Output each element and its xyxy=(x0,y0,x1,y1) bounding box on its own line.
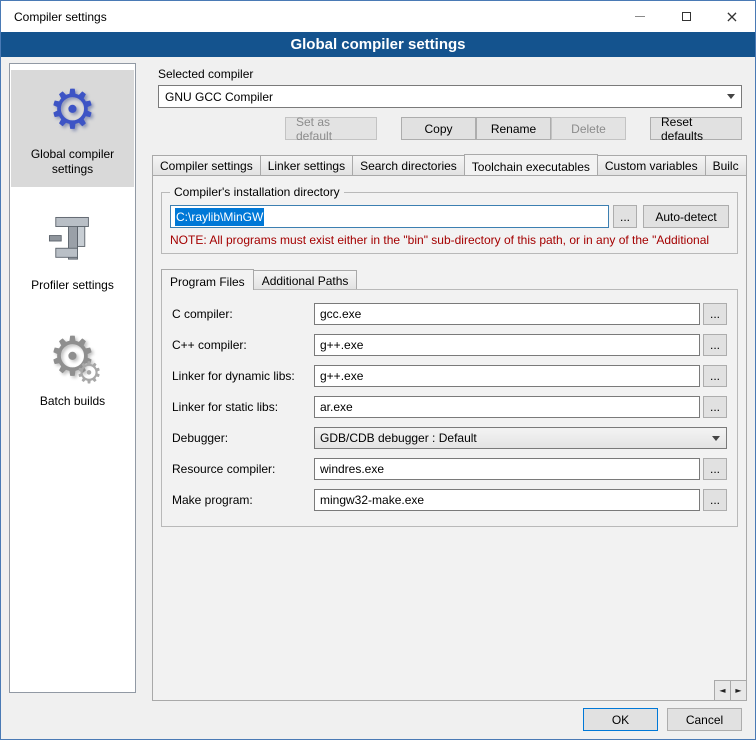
c-compiler-browse-button[interactable]: ... xyxy=(703,303,727,325)
subtab-strip: Program Files Additional Paths xyxy=(161,268,738,289)
static-linker-browse-button[interactable]: ... xyxy=(703,396,727,418)
program-files-tabs: Program Files Additional Paths C compile… xyxy=(161,268,738,527)
rename-button[interactable]: Rename xyxy=(476,117,551,140)
set-as-default-button[interactable]: Set as default xyxy=(285,117,377,140)
dialog-header: Global compiler settings xyxy=(1,32,755,57)
tab-scroll-right-button[interactable]: ► xyxy=(730,680,747,701)
c-compiler-label: C compiler: xyxy=(172,307,314,321)
tab-custom-variables[interactable]: Custom variables xyxy=(597,155,706,175)
main-panel: Selected compiler GNU GCC Compiler Set a… xyxy=(152,67,747,701)
debugger-value: GDB/CDB debugger : Default xyxy=(320,431,477,445)
cancel-button[interactable]: Cancel xyxy=(667,708,742,731)
debugger-row: Debugger: GDB/CDB debugger : Default xyxy=(172,427,727,449)
maximize-icon xyxy=(682,12,691,21)
sidebar-item-label: Profiler settings xyxy=(31,278,114,293)
maximize-button[interactable] xyxy=(663,1,709,32)
close-button[interactable]: × xyxy=(709,1,755,32)
minimize-button[interactable] xyxy=(617,1,663,32)
resource-compiler-input[interactable]: windres.exe xyxy=(314,458,700,480)
tab-scroll-left-button[interactable]: ◄ xyxy=(714,680,731,701)
ok-button[interactable]: OK xyxy=(583,708,658,731)
bin-subdirectory-note: NOTE: All programs must exist either in … xyxy=(170,233,729,247)
cpp-compiler-input[interactable]: g++.exe xyxy=(314,334,700,356)
dynamic-linker-input[interactable]: g++.exe xyxy=(314,365,700,387)
arrow-left-icon: ◄ xyxy=(719,686,725,695)
chevron-down-icon xyxy=(707,429,725,447)
static-linker-value: ar.exe xyxy=(320,400,353,414)
static-linker-row: Linker for static libs: ar.exe ... xyxy=(172,396,727,418)
make-program-input[interactable]: mingw32-make.exe xyxy=(314,489,700,511)
installation-directory-value: C:\raylib\MinGW xyxy=(175,208,264,226)
dynamic-linker-value: g++.exe xyxy=(320,369,363,383)
make-program-label: Make program: xyxy=(172,493,314,507)
dynamic-linker-label: Linker for dynamic libs: xyxy=(172,369,314,383)
compiler-settings-dialog: Compiler settings × Global compiler sett… xyxy=(0,0,756,740)
tab-linker-settings[interactable]: Linker settings xyxy=(260,155,353,175)
tab-toolchain-executables[interactable]: Toolchain executables xyxy=(464,154,598,175)
make-program-row: Make program: mingw32-make.exe ... xyxy=(172,489,727,511)
sidebar-item-label: Global compiler settings xyxy=(13,147,132,177)
dialog-footer: OK Cancel xyxy=(583,708,742,731)
installation-directory-browse-button[interactable]: ... xyxy=(613,205,637,228)
make-program-value: mingw32-make.exe xyxy=(320,493,424,507)
program-files-panel: C compiler: gcc.exe ... C++ compiler: g+… xyxy=(161,289,738,527)
auto-detect-button[interactable]: Auto-detect xyxy=(643,205,729,228)
caption-buttons: × xyxy=(617,1,755,32)
sidebar-item-batch-builds[interactable]: ⚙ ⚙ Batch builds xyxy=(11,317,134,419)
c-compiler-value: gcc.exe xyxy=(320,307,361,321)
delete-button[interactable]: Delete xyxy=(551,117,626,140)
sidebar-item-profiler-settings[interactable]: Profiler settings xyxy=(11,201,134,303)
gear-blue-icon: ⚙ xyxy=(41,78,105,142)
window-title: Compiler settings xyxy=(1,10,107,24)
tab-search-directories[interactable]: Search directories xyxy=(352,155,465,175)
settings-category-list: ⚙ Global compiler settings Profiler sett… xyxy=(9,63,136,693)
settings-tabs: Compiler settings Linker settings Search… xyxy=(152,153,747,701)
debugger-dropdown[interactable]: GDB/CDB debugger : Default xyxy=(314,427,727,449)
resource-compiler-row: Resource compiler: windres.exe ... xyxy=(172,458,727,480)
gear-gray-icon: ⚙ ⚙ xyxy=(41,325,105,389)
cpp-compiler-label: C++ compiler: xyxy=(172,338,314,352)
compiler-actions-row: Set as default Copy Rename Delete Reset … xyxy=(158,117,742,140)
title-bar: Compiler settings × xyxy=(1,1,755,32)
installation-directory-input[interactable]: C:\raylib\MinGW xyxy=(170,205,609,228)
close-icon: × xyxy=(725,9,738,25)
tab-compiler-settings[interactable]: Compiler settings xyxy=(152,155,261,175)
dialog-content: ⚙ Global compiler settings Profiler sett… xyxy=(1,57,755,739)
installation-directory-row: C:\raylib\MinGW ... Auto-detect xyxy=(170,205,729,228)
subtab-additional-paths[interactable]: Additional Paths xyxy=(253,270,358,289)
dialog-header-title: Global compiler settings xyxy=(290,36,465,53)
tab-strip: Compiler settings Linker settings Search… xyxy=(152,153,747,175)
installation-directory-group-title: Compiler's installation directory xyxy=(170,185,344,199)
selected-compiler-label: Selected compiler xyxy=(158,67,747,81)
reset-defaults-button[interactable]: Reset defaults xyxy=(650,117,742,140)
debugger-label: Debugger: xyxy=(172,431,314,445)
installation-directory-group: Compiler's installation directory C:\ray… xyxy=(161,192,738,254)
c-compiler-row: C compiler: gcc.exe ... xyxy=(172,303,727,325)
arrow-right-icon: ► xyxy=(735,686,741,695)
profiler-clamp-icon xyxy=(41,209,105,273)
cpp-compiler-browse-button[interactable]: ... xyxy=(703,334,727,356)
dynamic-linker-browse-button[interactable]: ... xyxy=(703,365,727,387)
make-program-browse-button[interactable]: ... xyxy=(703,489,727,511)
resource-compiler-label: Resource compiler: xyxy=(172,462,314,476)
dynamic-linker-row: Linker for dynamic libs: g++.exe ... xyxy=(172,365,727,387)
subtab-program-files[interactable]: Program Files xyxy=(161,269,254,290)
static-linker-input[interactable]: ar.exe xyxy=(314,396,700,418)
selected-compiler-dropdown[interactable]: GNU GCC Compiler xyxy=(158,85,742,108)
toolchain-executables-panel: Compiler's installation directory C:\ray… xyxy=(152,175,747,701)
copy-button[interactable]: Copy xyxy=(401,117,476,140)
c-compiler-input[interactable]: gcc.exe xyxy=(314,303,700,325)
sidebar-item-global-compiler-settings[interactable]: ⚙ Global compiler settings xyxy=(11,70,134,187)
resource-compiler-browse-button[interactable]: ... xyxy=(703,458,727,480)
selected-compiler-value: GNU GCC Compiler xyxy=(165,90,273,104)
resource-compiler-value: windres.exe xyxy=(320,462,384,476)
cpp-compiler-value: g++.exe xyxy=(320,338,363,352)
tab-scroll-buttons: ◄ ► xyxy=(714,680,747,701)
minimize-icon xyxy=(635,16,645,17)
chevron-down-icon xyxy=(722,87,740,106)
sidebar-item-label: Batch builds xyxy=(40,394,105,409)
cpp-compiler-row: C++ compiler: g++.exe ... xyxy=(172,334,727,356)
tab-build-options-truncated[interactable]: Builc xyxy=(705,155,747,175)
static-linker-label: Linker for static libs: xyxy=(172,400,314,414)
